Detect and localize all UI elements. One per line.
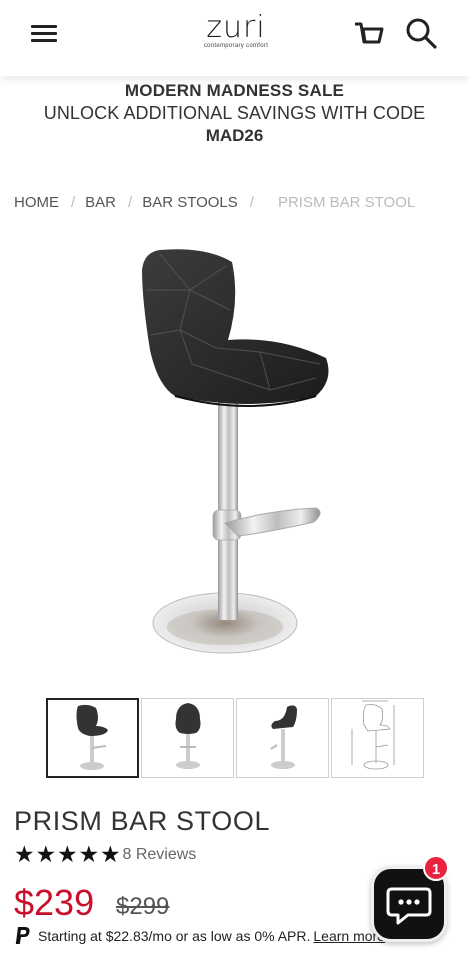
breadcrumb-home[interactable]: HOME xyxy=(14,194,59,211)
promo-banner: MODERN MADNESS SALE UNLOCK ADDITIONAL SA… xyxy=(0,80,469,147)
chat-notification-badge: 1 xyxy=(423,855,449,881)
star-icon: ★ xyxy=(14,841,35,867)
promo-code: MAD26 xyxy=(205,126,264,145)
breadcrumb-separator: / xyxy=(249,194,254,211)
breadcrumb-bar-stools[interactable]: BAR STOOLS xyxy=(142,194,238,211)
breadcrumb: HOME / BAR / BAR STOOLS / PRISM BAR STOOL xyxy=(14,194,415,211)
compare-price: $299 xyxy=(116,893,170,920)
thumbnail-front[interactable] xyxy=(46,698,139,778)
financing-text: Starting at $22.83/mo or as low as 0% AP… xyxy=(38,928,311,944)
paypal-financing: Starting at $22.83/mo or as low as 0% AP… xyxy=(14,926,385,948)
product-rating: ★★★★★ 8 Reviews xyxy=(14,843,196,867)
star-icon: ★ xyxy=(100,841,121,867)
paypal-icon xyxy=(14,926,32,946)
logo-tagline: contemporary comfort xyxy=(203,43,269,49)
promo-line: UNLOCK ADDITIONAL SAVINGS WITH CODE xyxy=(43,103,426,123)
reviews-link[interactable]: 8 Reviews xyxy=(123,846,197,864)
product-title: PRISM BAR STOOL xyxy=(14,806,271,836)
thumbnail-strip xyxy=(46,698,426,778)
breadcrumb-separator: / xyxy=(128,194,133,211)
breadcrumb-bar[interactable]: BAR xyxy=(85,194,116,211)
thumbnail-side[interactable] xyxy=(236,698,329,778)
thumbnail-dimensions[interactable] xyxy=(331,698,424,778)
promo-title: MODERN MADNESS SALE xyxy=(124,81,345,100)
star-icon: ★ xyxy=(35,841,57,867)
logo-word: zuri xyxy=(206,10,266,45)
site-header: zuri contemporary comfort xyxy=(0,0,469,76)
logo[interactable]: zuri contemporary comfort xyxy=(190,10,282,50)
search-icon[interactable] xyxy=(404,16,440,50)
star-icon: ★ xyxy=(78,841,100,867)
product-main-image[interactable] xyxy=(120,240,350,670)
cart-icon[interactable] xyxy=(352,18,386,48)
breadcrumb-separator: / xyxy=(71,194,76,211)
breadcrumb-current: PRISM BAR STOOL xyxy=(277,194,416,211)
star-icon: ★ xyxy=(57,841,78,867)
menu-icon[interactable] xyxy=(29,20,61,48)
rating-stars: ★★★★★ xyxy=(14,843,122,867)
sale-price: $239 xyxy=(14,882,95,923)
thumbnail-front-angle[interactable] xyxy=(141,698,234,778)
